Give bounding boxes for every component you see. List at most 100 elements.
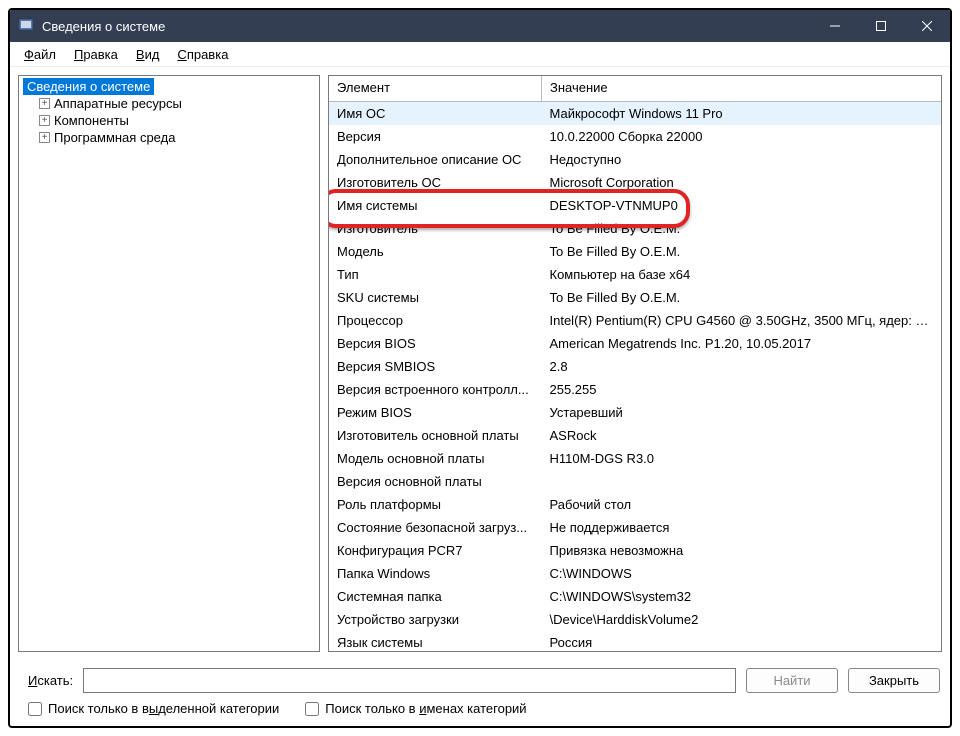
expand-icon[interactable]: +: [39, 98, 50, 109]
search-label: Искать:: [28, 673, 73, 688]
cell-value: \Device\HarddiskVolume2: [542, 608, 942, 631]
menu-правка[interactable]: Правка: [66, 45, 126, 64]
cell-name: Версия: [329, 125, 542, 148]
cell-value: 255.255: [542, 378, 942, 401]
cell-name: Дополнительное описание ОС: [329, 148, 542, 171]
table-row[interactable]: Модель основной платыH110M-DGS R3.0: [329, 447, 941, 470]
cell-value: Майкрософт Windows 11 Pro: [542, 102, 942, 126]
cell-name: Процессор: [329, 309, 542, 332]
cell-value: To Be Filled By O.E.M.: [542, 286, 942, 309]
cell-value: Россия: [542, 631, 942, 652]
tree-panel[interactable]: Сведения о системе + Аппаратные ресурсы + К…: [18, 75, 320, 652]
tree-node[interactable]: + Компоненты: [21, 112, 317, 129]
cell-name: Системная папка: [329, 585, 542, 608]
cell-name: Конфигурация PCR7: [329, 539, 542, 562]
table-row[interactable]: Версия SMBIOS2.8: [329, 355, 941, 378]
cell-name: Изготовитель: [329, 217, 542, 240]
cell-value: Intel(R) Pentium(R) CPU G4560 @ 3.50GHz,…: [542, 309, 942, 332]
find-button[interactable]: Найти: [746, 668, 838, 693]
col-value[interactable]: Значение: [542, 76, 942, 102]
search-bar: Искать: Найти Закрыть: [10, 660, 950, 697]
table-row[interactable]: Язык системыРоссия: [329, 631, 941, 652]
minimize-button[interactable]: [812, 10, 858, 42]
menu-вид[interactable]: Вид: [128, 45, 168, 64]
titlebar[interactable]: Сведения о системе: [10, 10, 950, 42]
table-row[interactable]: Версия10.0.22000 Сборка 22000: [329, 125, 941, 148]
expand-icon[interactable]: +: [39, 115, 50, 126]
tree-node-label: Аппаратные ресурсы: [54, 96, 182, 111]
cell-value: ASRock: [542, 424, 942, 447]
table-row[interactable]: Папка WindowsC:\WINDOWS: [329, 562, 941, 585]
cell-value: 2.8: [542, 355, 942, 378]
cell-value: Компьютер на базе x64: [542, 263, 942, 286]
cell-value: Привязка невозможна: [542, 539, 942, 562]
table-row[interactable]: Имя ОСМайкрософт Windows 11 Pro: [329, 102, 941, 126]
cell-name: Изготовитель основной платы: [329, 424, 542, 447]
cell-name: Изготовитель ОС: [329, 171, 542, 194]
table-row[interactable]: Версия основной платы: [329, 470, 941, 493]
cb-name-only-box[interactable]: [305, 702, 319, 716]
cell-name: Имя системы: [329, 194, 542, 217]
cell-name: Режим BIOS: [329, 401, 542, 424]
cell-value: [542, 470, 942, 493]
expand-icon[interactable]: +: [39, 132, 50, 143]
cell-value: Устаревший: [542, 401, 942, 424]
table-row[interactable]: МодельTo Be Filled By O.E.M.: [329, 240, 941, 263]
table-row[interactable]: Версия BIOSAmerican Megatrends Inc. P1.2…: [329, 332, 941, 355]
window-title: Сведения о системе: [42, 19, 165, 34]
table-row[interactable]: ПроцессорIntel(R) Pentium(R) CPU G4560 @…: [329, 309, 941, 332]
table-row[interactable]: Конфигурация PCR7Привязка невозможна: [329, 539, 941, 562]
table-row[interactable]: Устройство загрузки\Device\HarddiskVolum…: [329, 608, 941, 631]
cell-name: Версия встроенного контролл...: [329, 378, 542, 401]
cell-name: Имя ОС: [329, 102, 542, 126]
cell-value: 10.0.22000 Сборка 22000: [542, 125, 942, 148]
cell-value: To Be Filled By O.E.M.: [542, 240, 942, 263]
close-search-button[interactable]: Закрыть: [848, 668, 940, 693]
cb-selected-category-box[interactable]: [28, 702, 42, 716]
cell-name: Тип: [329, 263, 542, 286]
close-button[interactable]: [904, 10, 950, 42]
cell-value: Microsoft Corporation: [542, 171, 942, 194]
tree-node-label: Программная среда: [54, 130, 175, 145]
tree-node[interactable]: + Аппаратные ресурсы: [21, 95, 317, 112]
cell-name: Версия основной платы: [329, 470, 542, 493]
search-input[interactable]: [83, 668, 736, 693]
table-row[interactable]: Изготовитель ОСMicrosoft Corporation: [329, 171, 941, 194]
cell-name: SKU системы: [329, 286, 542, 309]
tree-node[interactable]: + Программная среда: [21, 129, 317, 146]
tree-root[interactable]: Сведения о системе: [23, 78, 154, 95]
table-row[interactable]: Режим BIOSУстаревший: [329, 401, 941, 424]
table-row[interactable]: ИзготовительTo Be Filled By O.E.M.: [329, 217, 941, 240]
maximize-button[interactable]: [858, 10, 904, 42]
col-name[interactable]: Элемент: [329, 76, 542, 102]
table-row[interactable]: Роль платформыРабочий стол: [329, 493, 941, 516]
cell-name: Папка Windows: [329, 562, 542, 585]
table-row[interactable]: Состояние безопасной загруз...Не поддерж…: [329, 516, 941, 539]
main-area: Сведения о системе + Аппаратные ресурсы + К…: [10, 67, 950, 660]
table-row[interactable]: Системная папкаC:\WINDOWS\system32: [329, 585, 941, 608]
cell-name: Версия SMBIOS: [329, 355, 542, 378]
cell-value: C:\WINDOWS: [542, 562, 942, 585]
details-panel[interactable]: Элемент Значение Имя ОСМайкрософт Window…: [328, 75, 942, 652]
cell-name: Модель: [329, 240, 542, 263]
table-row[interactable]: Имя системыDESKTOP-VTNMUP0: [329, 194, 941, 217]
cb-name-only[interactable]: Поиск только в именах категорий: [305, 701, 526, 716]
cell-value: Не поддерживается: [542, 516, 942, 539]
search-options: Поиск только в выделенной категории Поис…: [10, 697, 950, 726]
table-row[interactable]: Версия встроенного контролл...255.255: [329, 378, 941, 401]
cell-value: Недоступно: [542, 148, 942, 171]
table-row[interactable]: Дополнительное описание ОСНедоступно: [329, 148, 941, 171]
table-row[interactable]: SKU системыTo Be Filled By O.E.M.: [329, 286, 941, 309]
tree-node-label: Компоненты: [54, 113, 129, 128]
cell-name: Модель основной платы: [329, 447, 542, 470]
cell-name: Устройство загрузки: [329, 608, 542, 631]
cell-name: Язык системы: [329, 631, 542, 652]
menu-справка[interactable]: Справка: [169, 45, 236, 64]
menu-файл[interactable]: Файл: [16, 45, 64, 64]
table-row[interactable]: Изготовитель основной платыASRock: [329, 424, 941, 447]
app-icon: [18, 18, 34, 34]
table-row[interactable]: ТипКомпьютер на базе x64: [329, 263, 941, 286]
cell-value: To Be Filled By O.E.M.: [542, 217, 942, 240]
cb-selected-category[interactable]: Поиск только в выделенной категории: [28, 701, 279, 716]
cell-value: DESKTOP-VTNMUP0: [542, 194, 942, 217]
